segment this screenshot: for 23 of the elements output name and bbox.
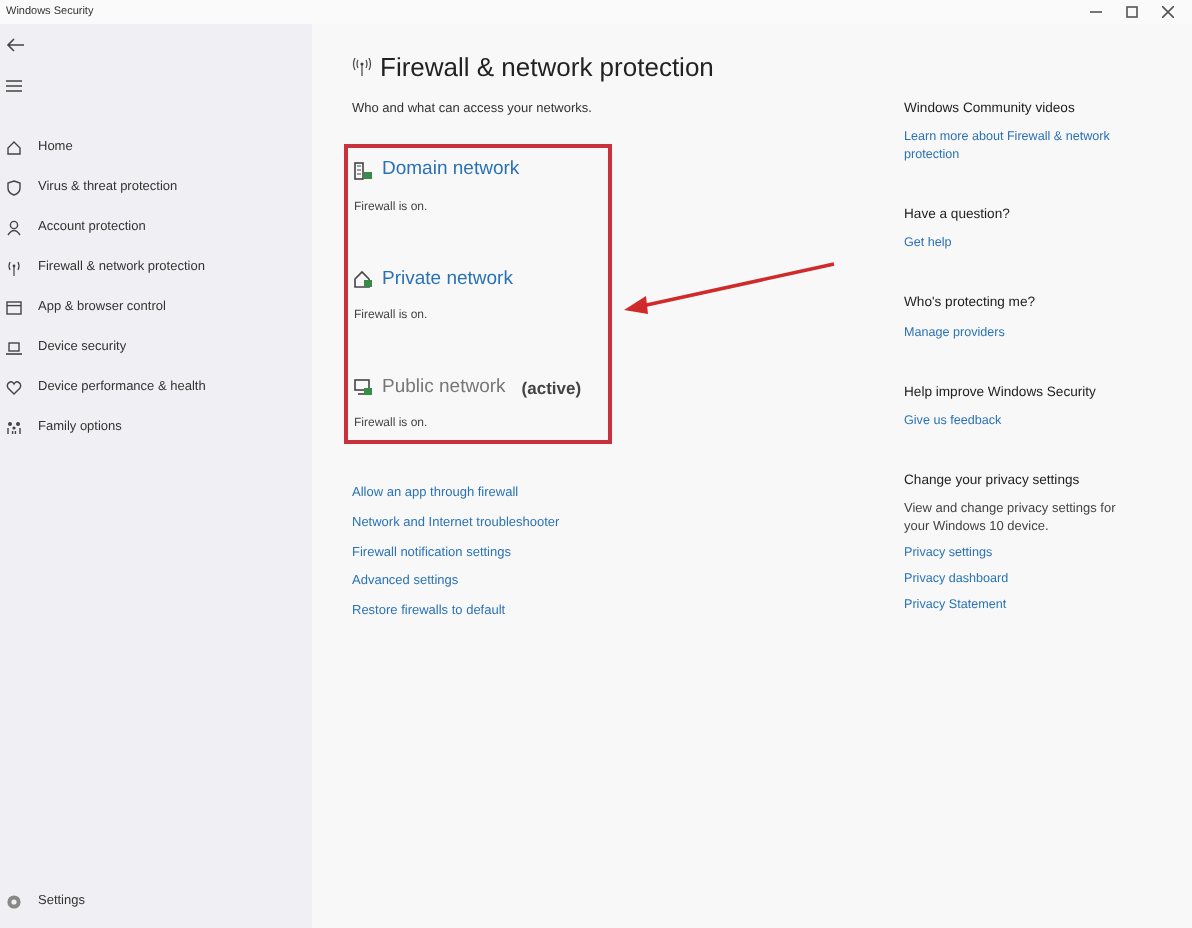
network-link[interactable]: Domain network xyxy=(382,156,520,185)
building-icon xyxy=(354,161,372,180)
maximize-icon[interactable] xyxy=(1126,6,1138,18)
active-label: (active) xyxy=(521,375,582,401)
people-icon xyxy=(6,420,22,436)
gear-icon xyxy=(6,894,22,911)
heart-icon xyxy=(6,380,22,396)
network-link[interactable]: Private network xyxy=(382,265,513,294)
person-icon xyxy=(6,220,22,236)
antenna-icon xyxy=(352,58,372,77)
minimize-icon[interactable] xyxy=(1090,6,1102,18)
house-icon xyxy=(354,270,372,289)
monitor-icon xyxy=(354,378,372,397)
window-icon xyxy=(6,300,22,316)
home-icon xyxy=(6,140,22,156)
close-icon[interactable] xyxy=(1162,6,1174,18)
menu-icon[interactable] xyxy=(6,80,22,92)
network-link[interactable]: Public network xyxy=(382,373,506,402)
antenna-icon xyxy=(6,260,22,276)
back-icon[interactable] xyxy=(6,38,24,52)
page-title: Firewall & network protection xyxy=(380,50,714,86)
shield-icon xyxy=(6,180,22,196)
laptop-icon xyxy=(6,340,22,356)
